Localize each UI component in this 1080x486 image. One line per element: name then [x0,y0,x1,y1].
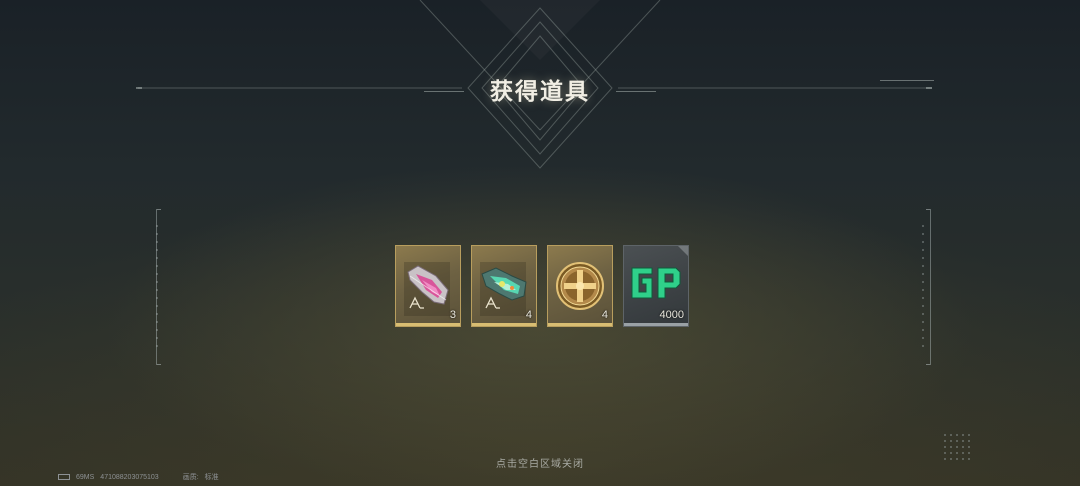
close-hint[interactable]: 点击空白区域关闭 [0,455,1080,470]
item-count: 3 [449,309,456,321]
status-bar: 69MS 471088203075103 画质: 标准 [58,472,219,482]
rarity-bar [548,323,612,326]
reward-item-gp[interactable]: 4000 [623,245,689,327]
item-count: 4 [601,309,608,321]
reward-screen[interactable]: 获得道具 3 4 4 4000 点击空白区域关闭 69MS 4710882030… [0,0,1080,486]
reward-items: 3 4 4 4000 [395,245,689,327]
item-count: 4000 [659,309,684,321]
reward-item-pink-weapon[interactable]: 3 [395,245,461,327]
item-count: 4 [525,309,532,321]
reward-item-green-weapon[interactable]: 4 [471,245,537,327]
corner-dot-pattern [942,432,972,462]
reward-item-gold-medallion[interactable]: 4 [547,245,613,327]
left-frame-dots [156,225,158,349]
dialog-title: 获得道具 [490,78,590,104]
rarity-bar [472,323,536,326]
network-icon [58,474,70,480]
right-frame-dots [922,225,924,349]
rarity-bar [396,323,460,326]
player-uid: 471088203075103 [100,473,159,481]
rarity-bar [624,323,688,326]
latency-value: 69MS [76,473,95,481]
quality-value: 标准 [204,474,219,481]
quality-label: 画质: [182,474,199,481]
